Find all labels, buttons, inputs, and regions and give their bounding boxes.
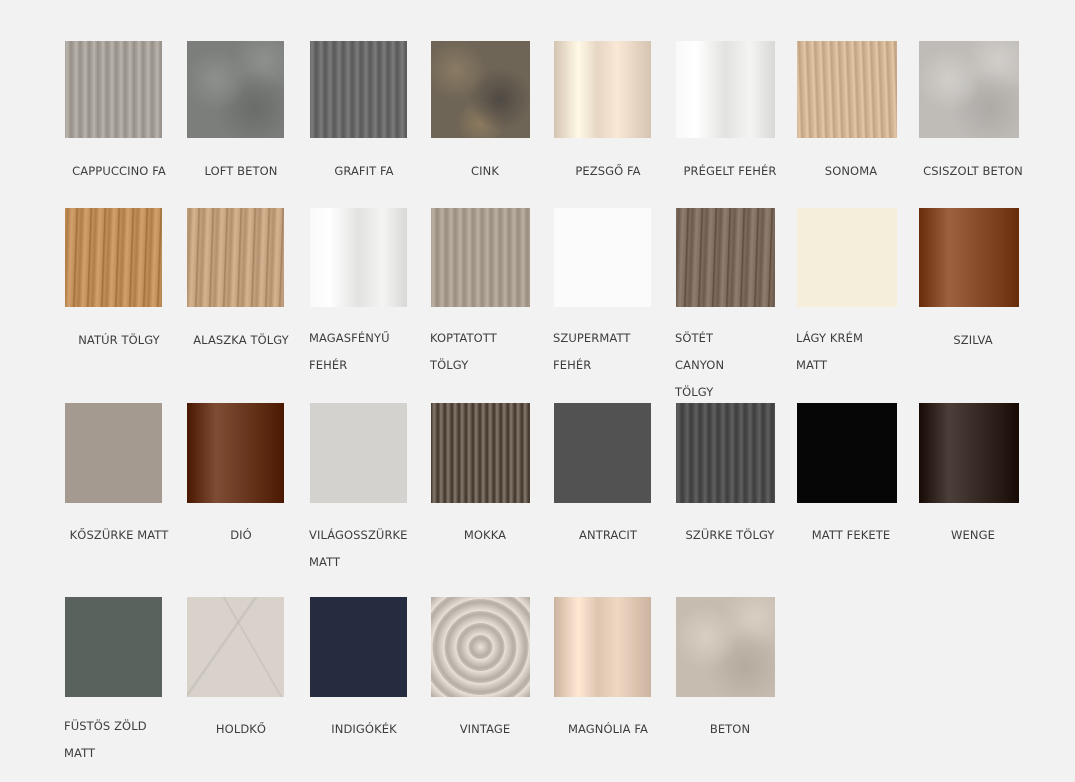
swatch-label: SZUPERMATT FEHÉR [553,331,631,372]
swatch-image[interactable] [797,403,897,503]
swatch-label: KOPTATOTT TÖLGY [430,331,497,372]
swatch-label: SZÜRKE TÖLGY [685,528,775,542]
swatch-label: MOKKA [463,528,507,542]
swatch-label: KŐSZÜRKE MATT [69,528,169,542]
swatch-image[interactable] [65,41,162,138]
swatch-image[interactable] [554,403,651,503]
swatch-image[interactable] [431,403,530,503]
swatch-image[interactable] [554,597,651,697]
swatch-label: FÜSTÖS ZÖLD MATT [64,719,147,760]
swatch-label: ANTRACIT [579,528,637,542]
swatch-label: WENGE [951,528,995,542]
swatch-image[interactable] [554,41,651,138]
swatch-label: MAGASFÉNYŰ FEHÉR [309,331,390,372]
swatch-image[interactable] [187,41,284,138]
swatch-label: HOLDKŐ [215,722,267,736]
swatch-image[interactable] [676,208,775,307]
swatch-image[interactable] [431,597,530,697]
swatch-image[interactable] [676,41,775,138]
swatch-label: CAPPUCCINO FA [72,164,166,178]
swatch-label: SÖTÉT CANYON TÖLGY [675,331,725,399]
swatch-image[interactable] [919,41,1019,138]
swatch-label: BETON [709,722,751,736]
swatch-image[interactable] [187,208,284,307]
swatch-label: LOFT BETON [204,164,278,178]
swatch-image[interactable] [187,403,284,503]
swatch-image[interactable] [310,403,407,503]
swatch-image[interactable] [431,208,530,307]
swatch-label: NATÚR TÖLGY [78,333,160,347]
swatch-label: CINK [471,164,499,178]
swatch-image[interactable] [919,403,1019,503]
swatch-label: SZILVA [953,333,993,347]
swatch-label: PEZSGŐ FA [575,164,641,178]
swatch-label: ALASZKA TÖLGY [193,333,289,347]
swatch-label: VINTAGE [459,722,511,736]
swatch-label: PRÉGELT FEHÉR [683,164,777,178]
swatch-image[interactable] [431,41,530,138]
swatch-label: INDIGÓKÉK [331,722,397,736]
swatch-image[interactable] [65,208,162,307]
color-swatch-grid: CAPPUCCINO FA LOFT BETON GRAFIT FA CINK PEZS… [0,0,1075,782]
swatch-label: DIÓ [230,528,252,542]
swatch-image[interactable] [676,403,775,503]
swatch-image[interactable] [676,597,775,697]
swatch-image[interactable] [919,208,1019,307]
swatch-label: GRAFIT FA [334,164,394,178]
swatch-label: LÁGY KRÉM MATT [796,331,863,372]
swatch-label: MATT FEKETE [811,528,891,542]
swatch-image[interactable] [310,597,407,697]
swatch-image[interactable] [310,208,407,307]
swatch-label: VILÁGOSSZÜRKE MATT [309,528,408,569]
swatch-label: SONOMA [824,164,878,178]
swatch-image[interactable] [187,597,284,697]
swatch-image[interactable] [797,208,897,307]
swatch-image[interactable] [797,41,897,138]
swatch-label: MAGNÓLIA FA [568,722,648,736]
swatch-image[interactable] [65,597,162,697]
swatch-label: CSISZOLT BETON [923,164,1023,178]
swatch-image[interactable] [65,403,162,503]
swatch-image[interactable] [310,41,407,138]
swatch-image[interactable] [554,208,651,307]
